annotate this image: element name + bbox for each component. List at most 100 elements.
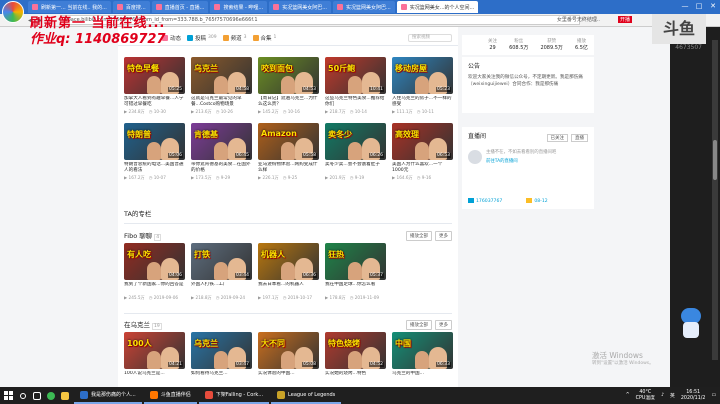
- video-thumbnail[interactable]: 移动房屋 05:23: [392, 57, 453, 94]
- video-title[interactable]: 实况她的烧烤...特色: [325, 371, 386, 383]
- start-button[interactable]: [0, 387, 16, 404]
- video-title[interactable]: 这就是乌克兰最常见的早餐...Costco购物场景: [191, 96, 252, 108]
- video-thumbnail[interactable]: Amazon 05:58: [258, 123, 319, 160]
- notification-icon[interactable]: ▭: [711, 393, 716, 398]
- stat-following[interactable]: 关注 29: [488, 39, 497, 51]
- video-thumbnail[interactable]: 卖冬少 06:26: [325, 123, 386, 160]
- video-thumbnail[interactable]: 特色烧烤 04:52: [325, 332, 386, 369]
- video-thumbnail[interactable]: 大不同 05:08: [258, 332, 319, 369]
- assistant-mascot-icon[interactable]: [676, 306, 706, 342]
- video-card[interactable]: 有人吃 04:06 我到了个新国家...你的回答是 ▶ 245.5万 ◷ 2019-09…: [124, 243, 185, 301]
- minimize-button[interactable]: —: [678, 0, 692, 13]
- fibo-grid: 有人吃 04:06 我到了个新国家...你的回答是 ▶ 245.5万 ◷ 2019-09…: [124, 243, 453, 301]
- search-icon[interactable]: [16, 387, 30, 404]
- volume-icon[interactable]: ♪: [661, 393, 664, 398]
- folder-icon[interactable]: [58, 387, 72, 404]
- video-card[interactable]: 机器人 06:36 我去日本看...的机器人 ▶ 197.1万 ◷ 2019-10-17: [258, 243, 319, 301]
- video-title[interactable]: 实况体验的中国...: [258, 371, 319, 383]
- sidebar: 关注 29 粉丝 608.5万 获赞 2089.5万 播放 6.5亿 公告 欢迎大家关注…: [462, 27, 598, 387]
- video-card[interactable]: 打铁 03:44 外国人打铁...工厂 ▶ 218.8万 ◷ 2019-09-24: [191, 243, 252, 301]
- tab-uploads[interactable]: 投稿 309: [187, 34, 217, 42]
- stat-followers[interactable]: 粉丝 608.5万: [509, 39, 528, 51]
- scrollbar-thumb[interactable]: [713, 140, 717, 180]
- video-title[interactable]: 我去日本看...的机器人: [258, 282, 319, 294]
- taskbar-app[interactable]: 我是那伤痛的个人...: [74, 387, 142, 404]
- video-title[interactable]: 入住乌克兰的房子...不一样的感受: [392, 96, 453, 108]
- space-search-input[interactable]: 搜索视频: [408, 33, 452, 42]
- video-title[interactable]: 加拿大人看到有趣早餐...人宁可错过早餐吃: [124, 96, 185, 108]
- video-title[interactable]: 亚马逊购物体验...网购变成什么样: [258, 162, 319, 174]
- play-count: ▶ 178.8万: [325, 295, 346, 300]
- video-card[interactable]: 特朗普 05:06 特朗普总统的电话...美国普通人的看法 ▶ 167.2万 ◷ 10-…: [124, 123, 185, 181]
- video-card[interactable]: 100人 04:21 100人说乌克兰是...: [124, 332, 185, 383]
- maximize-button[interactable]: □: [692, 0, 706, 13]
- video-card[interactable]: 狂热 05:37 我在中国足球...你怎么看 ▶ 178.8万 ◷ 2019-11-09: [325, 243, 386, 301]
- video-title[interactable]: 特朗普总统的电话...美国普通人的看法: [124, 162, 185, 174]
- live-button[interactable]: 直播: [571, 133, 588, 142]
- video-thumbnail[interactable]: 肯德基 06:45: [191, 123, 252, 160]
- video-card[interactable]: 咬到面包 04:53 【周日记】逛遍乌克兰...为什么这么贵？ ▶ 145.2万 ◷ 1…: [258, 57, 319, 115]
- video-title[interactable]: 乌克兰的中国...: [392, 371, 453, 383]
- clock[interactable]: 16:51 2020/11/2: [681, 390, 706, 402]
- video-thumbnail[interactable]: 打铁 03:44: [191, 243, 252, 280]
- video-thumbnail[interactable]: 咬到面包 04:53: [258, 57, 319, 94]
- video-title[interactable]: 带你逛肯德基的美食...在国外的价格: [191, 162, 252, 174]
- task-view-icon[interactable]: [30, 387, 44, 404]
- video-card[interactable]: Amazon 05:58 亚马逊购物体验...网购变成什么样 ▶ 226.1万 ◷ 9-…: [258, 123, 319, 181]
- video-card[interactable]: 乌克兰 03:47 如何看待乌克兰...: [191, 332, 252, 383]
- video-card[interactable]: 移动房屋 05:23 入住乌克兰的房子...不一样的感受 ▶ 111.1万 ◷ 10-1…: [392, 57, 453, 115]
- more-button[interactable]: 更多: [435, 320, 452, 330]
- play-count: ▶ 145.2万: [258, 109, 279, 114]
- thumbnail-caption: 特色早餐: [127, 64, 159, 73]
- video-title[interactable]: 我到了个新国家...你的回答是: [124, 282, 185, 294]
- taskbar-app[interactable]: 斗鱼直播伴侣: [143, 387, 197, 404]
- video-thumbnail[interactable]: 乌克兰 03:47: [191, 332, 252, 369]
- video-thumbnail[interactable]: 中国 06:33: [392, 332, 453, 369]
- video-title[interactable]: 卖冬少卖...会不会饿着肚子: [325, 162, 386, 174]
- browser-tab-active[interactable]: 实况篮网美女...的个人空间...: [396, 1, 479, 13]
- browser-tab[interactable]: 实况篮网美女阿巴...: [333, 1, 395, 13]
- video-title[interactable]: 我在中国足球...你怎么看: [325, 282, 386, 294]
- video-title[interactable]: 外国人打铁...工厂: [191, 282, 252, 294]
- live-room-link[interactable]: 前往TA的直播间: [486, 158, 588, 164]
- video-title[interactable]: 如何看待乌克兰...: [191, 371, 252, 383]
- video-card[interactable]: 50斤鲍 10:41 这些乌克兰特色美食...推荐给你们 ▶ 218.7万 ◷ 10-1…: [325, 57, 386, 115]
- play-all-button[interactable]: 播放全部: [406, 320, 432, 330]
- video-card[interactable]: 高效理 06:53 美国人为什么喜欢...一个1000元 ▶ 164.6万 ◷ 9-16: [392, 123, 453, 181]
- video-thumbnail[interactable]: 乌克兰 04:58: [191, 57, 252, 94]
- video-card[interactable]: 特色烧烤 04:52 实况她的烧烤...特色: [325, 332, 386, 383]
- video-card[interactable]: 肯德基 06:45 带你逛肯德基的美食...在国外的价格 ▶ 173.5万 ◷ 9-29: [191, 123, 252, 181]
- followed-button[interactable]: 已关注: [546, 133, 568, 142]
- tab-channels[interactable]: 频道 3: [222, 34, 247, 42]
- taskbar-app[interactable]: 下架Falling - Cork...: [198, 387, 270, 404]
- tab-collections[interactable]: 合集 1: [252, 34, 276, 42]
- video-thumbnail[interactable]: 50斤鲍 10:41: [325, 57, 386, 94]
- video-card[interactable]: 中国 06:33 乌克兰的中国...: [392, 332, 453, 383]
- browser-search-hint[interactable]: 女里番号无终结理..: [557, 16, 600, 23]
- browser-tab[interactable]: 搜索结果 - 哔哩...: [210, 1, 268, 13]
- video-thumbnail[interactable]: 机器人 06:36: [258, 243, 319, 280]
- video-thumbnail[interactable]: 狂热 05:37: [325, 243, 386, 280]
- video-title[interactable]: 美国人为什么喜欢...一个1000元: [392, 162, 453, 174]
- video-title[interactable]: 【周日记】逛遍乌克兰...为什么这么贵？: [258, 96, 319, 108]
- video-thumbnail[interactable]: 有人吃 04:06: [124, 243, 185, 280]
- video-card[interactable]: 大不同 05:08 实况体验的中国...: [258, 332, 319, 383]
- video-thumbnail[interactable]: 特色早餐 05:25: [124, 57, 185, 94]
- video-title[interactable]: 100人说乌克兰是...: [124, 371, 185, 383]
- taskbar-app[interactable]: League of Legends: [271, 387, 342, 404]
- video-card[interactable]: 特色早餐 05:25 加拿大人看到有趣早餐...人宁可错过早餐吃 ▶ 234.8万 ◷ …: [124, 57, 185, 115]
- video-thumbnail[interactable]: 高效理 06:53: [392, 123, 453, 160]
- more-button[interactable]: 更多: [435, 231, 452, 241]
- input-lang[interactable]: 英: [670, 392, 675, 399]
- video-thumbnail[interactable]: 100人 04:21: [124, 332, 185, 369]
- scrollbar[interactable]: [712, 40, 718, 360]
- browser-taskbar-icon[interactable]: [44, 387, 58, 404]
- tray-arrow-icon[interactable]: ^: [626, 393, 630, 398]
- video-title[interactable]: 这些乌克兰特色美食...推荐给你们: [325, 96, 386, 108]
- browser-tab[interactable]: 实况篮网美女阿巴...: [269, 1, 331, 13]
- close-button[interactable]: ✕: [706, 0, 720, 13]
- video-thumbnail[interactable]: 特朗普 05:06: [124, 123, 185, 160]
- play-all-button[interactable]: 播放全部: [406, 231, 432, 241]
- video-card[interactable]: 乌克兰 04:58 这就是乌克兰最常见的早餐...Costco购物场景 ▶ 213.6…: [191, 57, 252, 115]
- video-card[interactable]: 卖冬少 06:26 卖冬少卖...会不会饿着肚子 ▶ 201.9万 ◷ 9-19: [325, 123, 386, 181]
